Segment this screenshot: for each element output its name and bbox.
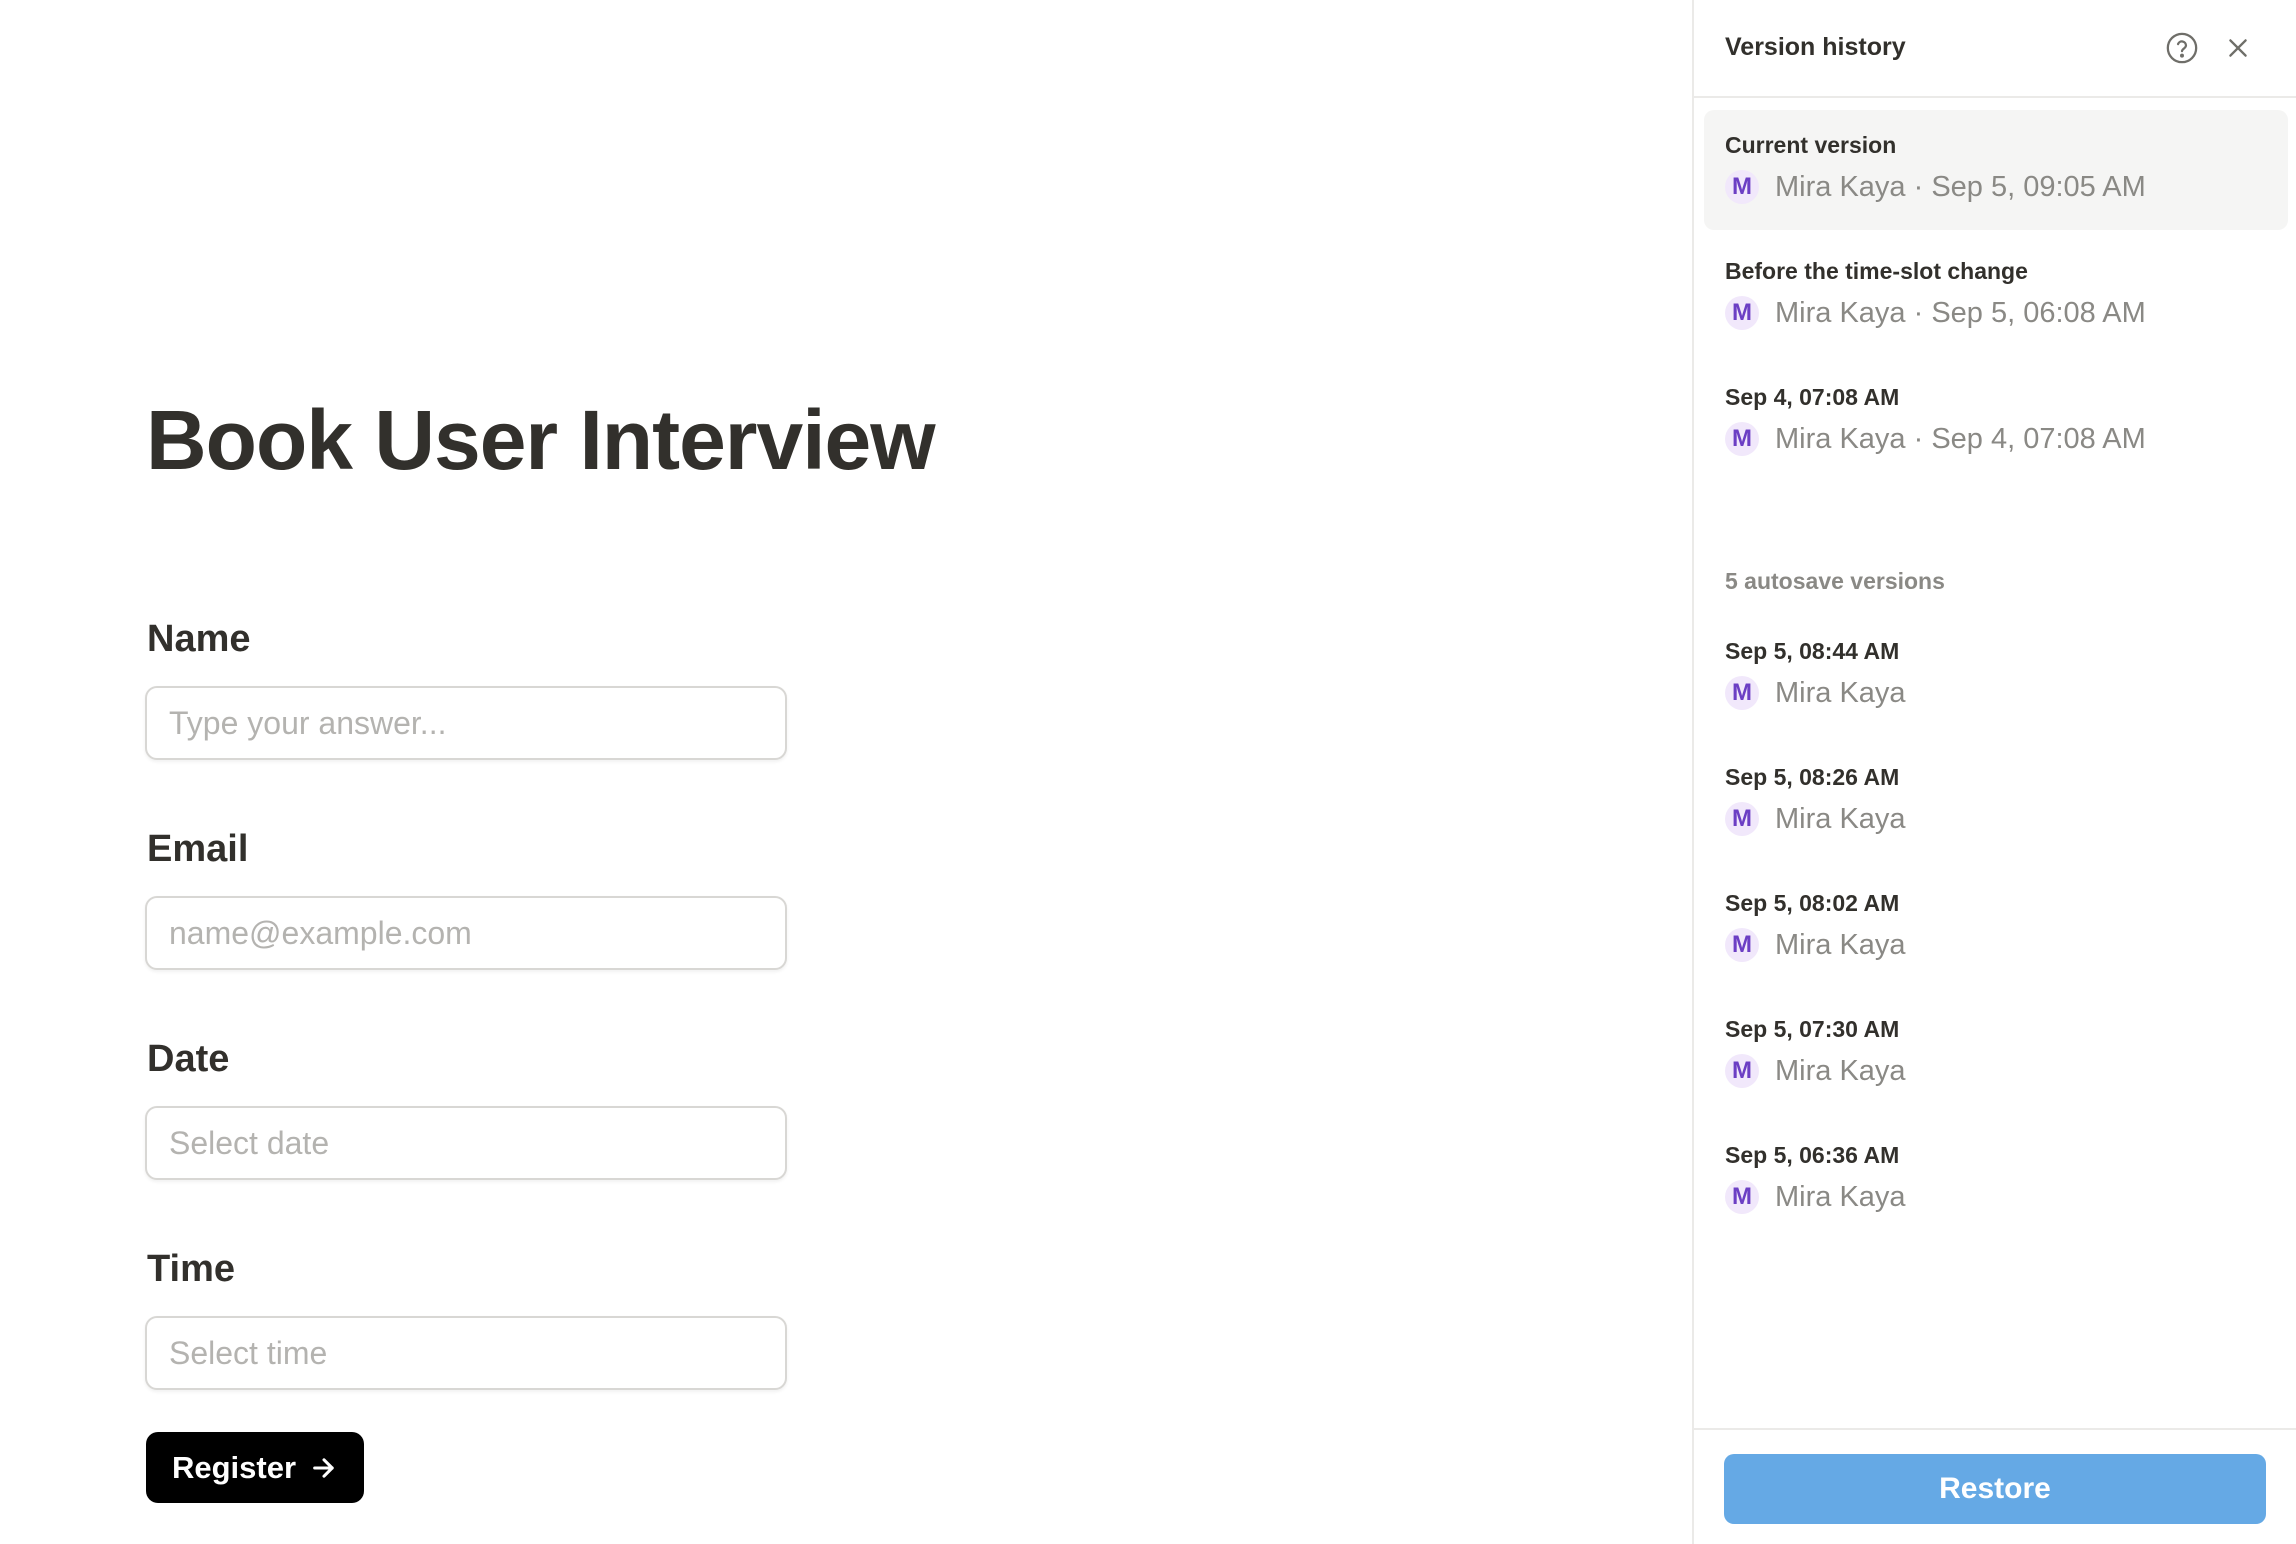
panel-header: Version history [1694,0,2296,98]
version-author: Mira Kaya · Sep 5, 09:05 AM [1775,170,2146,203]
avatar: M [1725,928,1759,962]
version-meta: M Mira Kaya [1725,1054,1906,1088]
autosave-item[interactable]: Sep 5, 07:30 AM M Mira Kaya [1704,994,2288,1114]
version-author: Mira Kaya [1775,1180,1906,1213]
version-name: Before the time-slot change [1725,258,2028,284]
avatar: M [1725,422,1759,456]
avatar: M [1725,1180,1759,1214]
version-meta: M Mira Kaya · Sep 5, 06:08 AM [1725,296,2146,330]
version-meta: M Mira Kaya [1725,1180,1906,1214]
version-author: Mira Kaya · Sep 5, 06:08 AM [1775,296,2146,329]
version-meta: M Mira Kaya [1725,928,1906,962]
avatar: M [1725,170,1759,204]
version-meta: M Mira Kaya · Sep 5, 09:05 AM [1725,170,2146,204]
version-name: Sep 5, 08:44 AM [1725,638,1900,664]
version-name: Sep 5, 08:02 AM [1725,890,1900,916]
version-name: Current version [1725,132,1897,158]
version-name: Sep 5, 08:26 AM [1725,764,1900,790]
autosave-heading: 5 autosave versions [1725,568,1945,594]
autosave-item[interactable]: Sep 5, 08:02 AM M Mira Kaya [1704,868,2288,988]
version-name: Sep 5, 06:36 AM [1725,1142,1900,1168]
version-name: Sep 4, 07:08 AM [1725,384,1900,410]
version-item-sep-4[interactable]: Sep 4, 07:08 AM M Mira Kaya · Sep 4, 07:… [1704,362,2288,482]
email-label: Email [147,828,249,870]
date-label: Date [147,1038,230,1080]
version-meta: M Mira Kaya [1725,802,1906,836]
version-name: Sep 5, 07:30 AM [1725,1016,1900,1042]
version-item-before-time-slot-change[interactable]: Before the time-slot change M Mira Kaya … [1704,236,2288,356]
avatar: M [1725,802,1759,836]
version-meta: M Mira Kaya · Sep 4, 07:08 AM [1725,422,2146,456]
version-author: Mira Kaya [1775,1054,1906,1087]
version-author: Mira Kaya [1775,676,1906,709]
version-author: Mira Kaya [1775,928,1906,961]
avatar: M [1725,1054,1759,1088]
version-history-panel: Version history Current version M Mira K… [1692,0,2296,1544]
time-label: Time [147,1248,236,1290]
autosave-item[interactable]: Sep 5, 08:26 AM M Mira Kaya [1704,742,2288,862]
autosave-item[interactable]: Sep 5, 06:36 AM M Mira Kaya [1704,1120,2288,1240]
app-window: Book User Interview Name Email Date Time… [0,0,2296,1544]
form-preview: Book User Interview Name Email Date Time… [0,0,1692,1544]
version-item-current[interactable]: Current version M Mira Kaya · Sep 5, 09:… [1704,110,2288,230]
avatar: M [1725,296,1759,330]
panel-title: Version history [1725,33,1906,61]
form-title: Book User Interview [146,393,936,487]
email-input[interactable] [145,896,787,970]
date-input[interactable] [145,1106,787,1180]
name-input[interactable] [145,686,787,760]
version-author: Mira Kaya [1775,802,1906,835]
register-button-label: Register [171,1449,297,1485]
name-label: Name [147,618,251,660]
restore-button[interactable]: Restore [1724,1454,2266,1524]
version-meta: M Mira Kaya [1725,676,1906,710]
close-icon[interactable] [2220,30,2256,66]
version-author: Mira Kaya · Sep 4, 07:08 AM [1775,422,2146,455]
autosave-item[interactable]: Sep 5, 08:44 AM M Mira Kaya [1704,616,2288,736]
avatar: M [1725,676,1759,710]
time-input[interactable] [145,1316,787,1390]
help-circle-icon[interactable] [2164,30,2200,66]
arrow-right-icon [313,1457,334,1478]
panel-footer: Restore [1694,1428,2296,1544]
register-button[interactable]: Register [146,1432,364,1503]
